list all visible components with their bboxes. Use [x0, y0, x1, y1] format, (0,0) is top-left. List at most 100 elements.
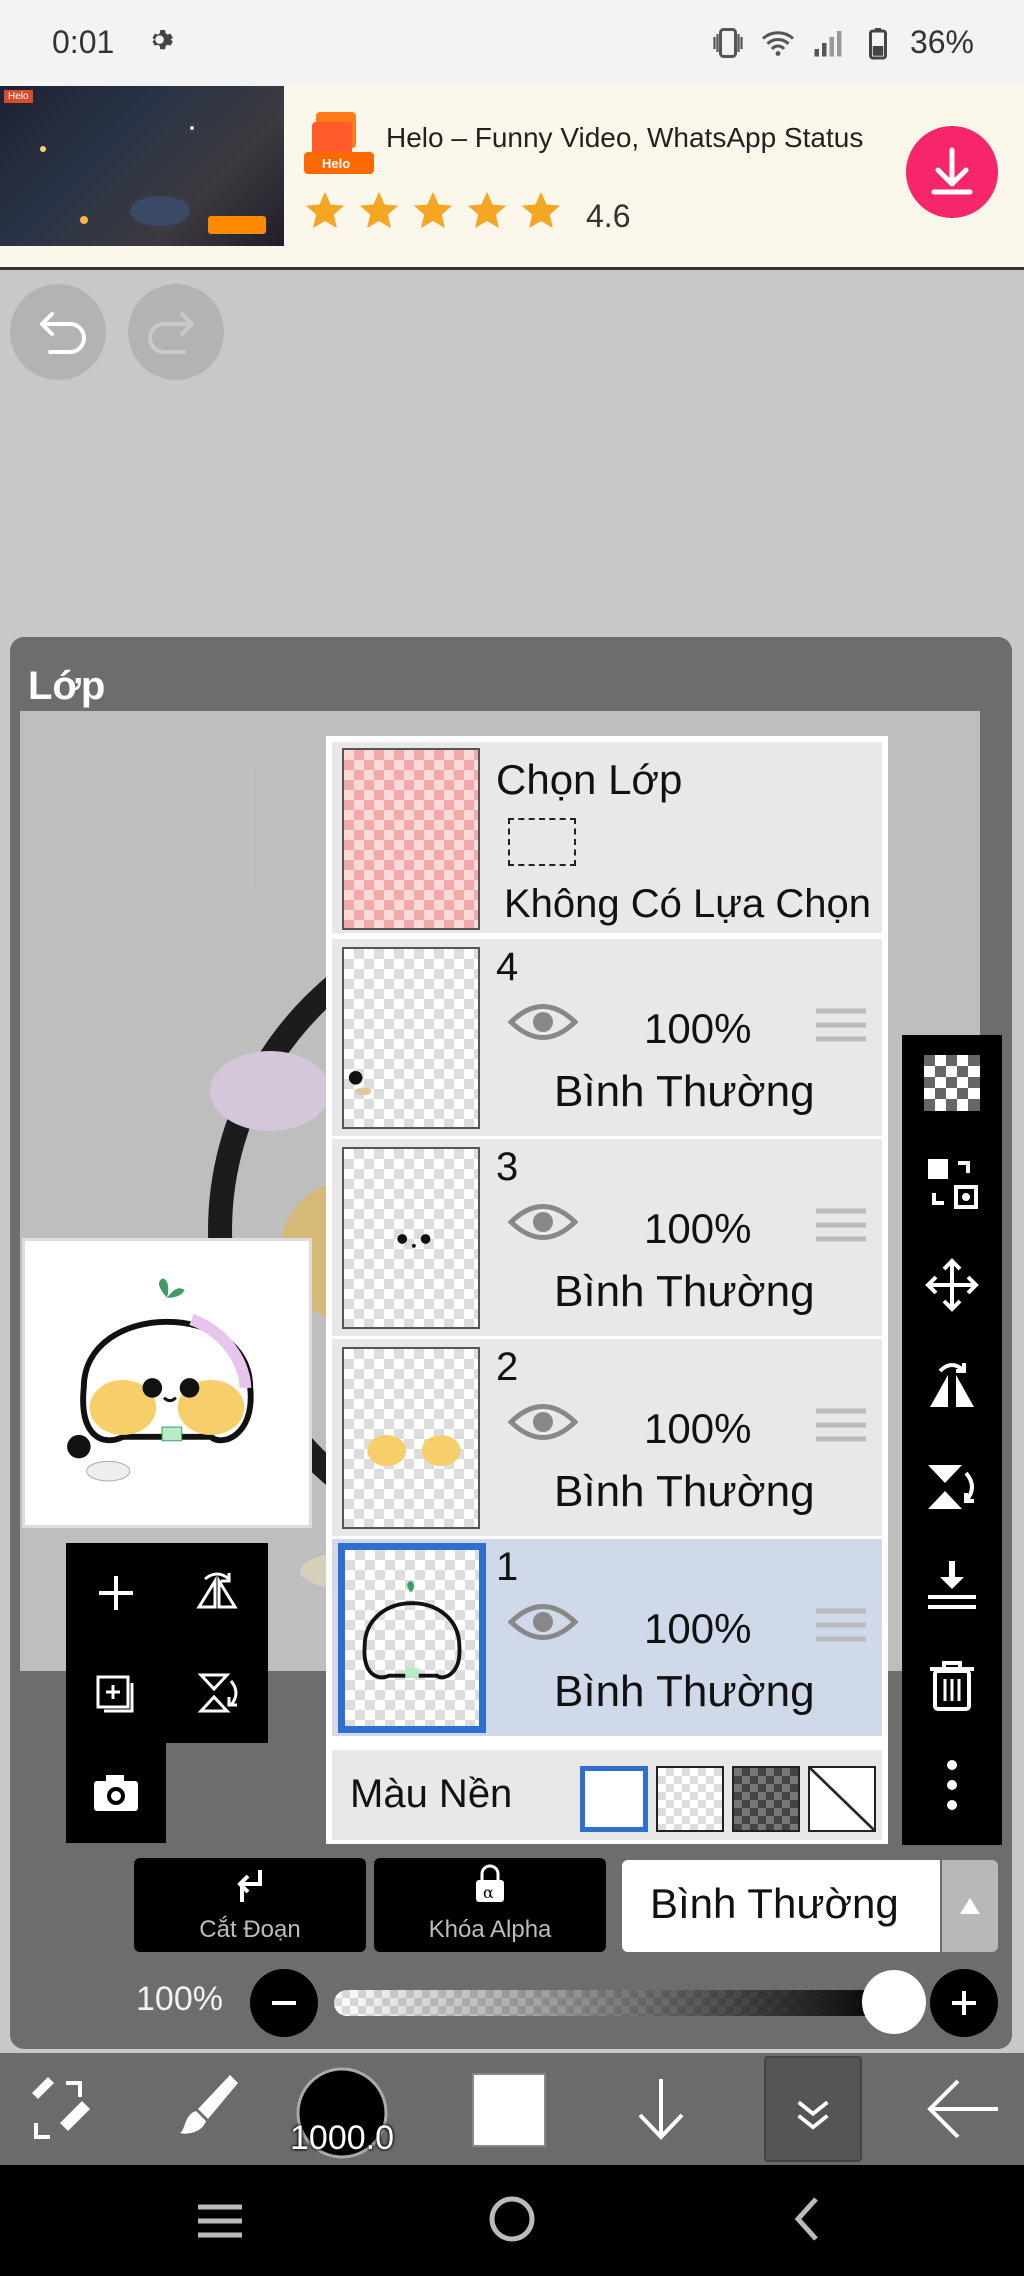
- color-picker-button[interactable]: [472, 2073, 546, 2147]
- layer-blend-mode: Bình Thường: [554, 1267, 815, 1316]
- camera-button[interactable]: [66, 1743, 166, 1843]
- add-layer-button[interactable]: [66, 1543, 166, 1643]
- layer-row-selected[interactable]: 1 100% Bình Thường: [332, 1539, 882, 1739]
- layer-blend-mode: Bình Thường: [554, 1467, 815, 1516]
- alpha-lock-label: Khóa Alpha: [428, 1916, 552, 1943]
- plus-icon: [99, 1576, 133, 1610]
- drag-handle-icon[interactable]: [816, 1007, 866, 1043]
- layer-thumbnail: [342, 1147, 480, 1329]
- brush-size-button[interactable]: 1000.0: [280, 2067, 404, 2161]
- flip-vertical-icon[interactable]: [924, 1459, 980, 1515]
- alpha-lock-button[interactable]: α Khóa Alpha: [374, 1858, 606, 1952]
- selection-layer-row[interactable]: Chọn Lớp Không Có Lựa Chọn: [332, 742, 882, 936]
- background-none-swatch[interactable]: [808, 1766, 876, 1832]
- redo-icon: [148, 312, 194, 354]
- status-bar: 0:01 36%: [0, 0, 1024, 86]
- clipping-button[interactable]: Cắt Đoạn: [134, 1858, 366, 1952]
- recent-apps-icon[interactable]: [190, 2197, 250, 2245]
- triangle-up-icon: [960, 1898, 980, 1914]
- duplicate-icon: [96, 1675, 134, 1713]
- layer-row[interactable]: 4 100% Bình Thường: [332, 939, 882, 1139]
- back-arrow-icon[interactable]: [918, 2053, 1008, 2165]
- selection-layer-thumbnail: [342, 748, 480, 930]
- visibility-eye-icon[interactable]: [508, 1399, 578, 1445]
- clip-arrow-icon: [237, 1870, 262, 1902]
- undo-button[interactable]: [10, 284, 106, 380]
- background-white-swatch[interactable]: [580, 1766, 648, 1832]
- blend-mode-value: Bình Thường: [650, 1880, 899, 1927]
- duplicate-layer-button[interactable]: [66, 1643, 166, 1743]
- undo-icon: [40, 312, 86, 354]
- checkerboard-icon[interactable]: [924, 1055, 980, 1111]
- status-time: 0:01: [52, 24, 115, 60]
- download-icon: [931, 147, 973, 195]
- visibility-eye-icon[interactable]: [508, 999, 578, 1045]
- redo-button[interactable]: [128, 284, 224, 380]
- background-dark-swatch[interactable]: [732, 1766, 800, 1832]
- layer-thumbnail: [342, 1347, 480, 1529]
- star-icon: [413, 191, 453, 229]
- svg-text:α: α: [483, 1883, 494, 1902]
- ad-image-tag: Helo: [4, 90, 33, 103]
- blend-mode-dropdown-button[interactable]: [942, 1860, 998, 1952]
- layer-blend-mode: Bình Thường: [554, 1067, 815, 1116]
- canvas-preview[interactable]: [22, 1238, 312, 1528]
- background-transparent-swatch[interactable]: [656, 1766, 724, 1832]
- merge-down-icon[interactable]: [924, 1557, 980, 1613]
- brush-size-value: 1000.0: [290, 2119, 394, 2157]
- opacity-decrease-button[interactable]: [250, 1969, 318, 2037]
- background-label: Màu Nền: [350, 1772, 513, 1816]
- layer-thumbnail: [338, 1543, 486, 1733]
- outline-sticker-icon: [362, 1580, 462, 1680]
- double-chevron-down-icon: [797, 2100, 829, 2130]
- flip-horizontal-button[interactable]: [166, 1543, 268, 1643]
- wifi-icon: [761, 30, 794, 56]
- flip-vertical-button[interactable]: [166, 1643, 268, 1743]
- ad-banner[interactable]: Helo Helo Helo – Funny Video, WhatsApp S…: [0, 86, 1024, 270]
- plus-icon: [952, 1991, 976, 2015]
- layer-row[interactable]: 3 100% Bình Thường: [332, 1139, 882, 1339]
- eyes-sticker-icon: [397, 1234, 431, 1248]
- layer-number: 4: [496, 945, 519, 989]
- layer-number: 2: [496, 1345, 519, 1389]
- visibility-eye-icon[interactable]: [508, 1199, 578, 1245]
- ad-title[interactable]: Helo – Funny Video, WhatsApp Status: [386, 122, 863, 154]
- opacity-slider[interactable]: [334, 1990, 896, 2016]
- opacity-increase-button[interactable]: [930, 1969, 998, 2037]
- right-toolbar: [902, 1035, 1002, 1845]
- ad-download-button[interactable]: [906, 126, 998, 218]
- more-options-icon[interactable]: [924, 1757, 980, 1813]
- star-icon: [305, 191, 345, 229]
- transform-swap-icon[interactable]: [924, 1155, 980, 1211]
- battery-percent: 36%: [909, 24, 974, 60]
- layer-blend-mode: Bình Thường: [554, 1667, 815, 1716]
- back-nav-icon[interactable]: [782, 2193, 832, 2245]
- flip-vertical-icon: [197, 1673, 238, 1713]
- brush-tool-icon[interactable]: [168, 2053, 248, 2165]
- layer-row[interactable]: 2 100% Bình Thường: [332, 1339, 882, 1539]
- ad-image[interactable]: Helo: [0, 86, 284, 246]
- layer-number: 1: [496, 1545, 519, 1589]
- visibility-eye-icon[interactable]: [508, 1599, 578, 1645]
- drag-handle-icon[interactable]: [816, 1207, 866, 1243]
- layer-list: Chọn Lớp Không Có Lựa Chọn 4 100% Bình T…: [326, 736, 888, 1844]
- flip-horizontal-icon[interactable]: [924, 1357, 980, 1413]
- home-icon[interactable]: [486, 2193, 538, 2245]
- layer-opacity: 100%: [644, 1605, 752, 1652]
- star-icon: [521, 191, 561, 229]
- settings-gear-icon: [152, 30, 173, 50]
- character-preview-image: [67, 1278, 254, 1482]
- battery-icon: [868, 27, 887, 59]
- transform-tool-icon[interactable]: [20, 2053, 100, 2165]
- drag-handle-icon[interactable]: [816, 1407, 866, 1443]
- opacity-slider-knob[interactable]: [862, 1970, 926, 2034]
- arrow-down-icon[interactable]: [626, 2053, 696, 2165]
- trash-icon[interactable]: [924, 1657, 980, 1713]
- selection-status: Không Có Lựa Chọn: [504, 882, 872, 926]
- blend-mode-select[interactable]: Bình Thường: [622, 1860, 940, 1952]
- background-row: Màu Nền: [332, 1750, 882, 1840]
- layer-menu-button[interactable]: [764, 2056, 862, 2162]
- drag-handle-icon[interactable]: [816, 1607, 866, 1643]
- layer-opacity: 100%: [644, 1405, 752, 1452]
- move-icon[interactable]: [924, 1257, 980, 1313]
